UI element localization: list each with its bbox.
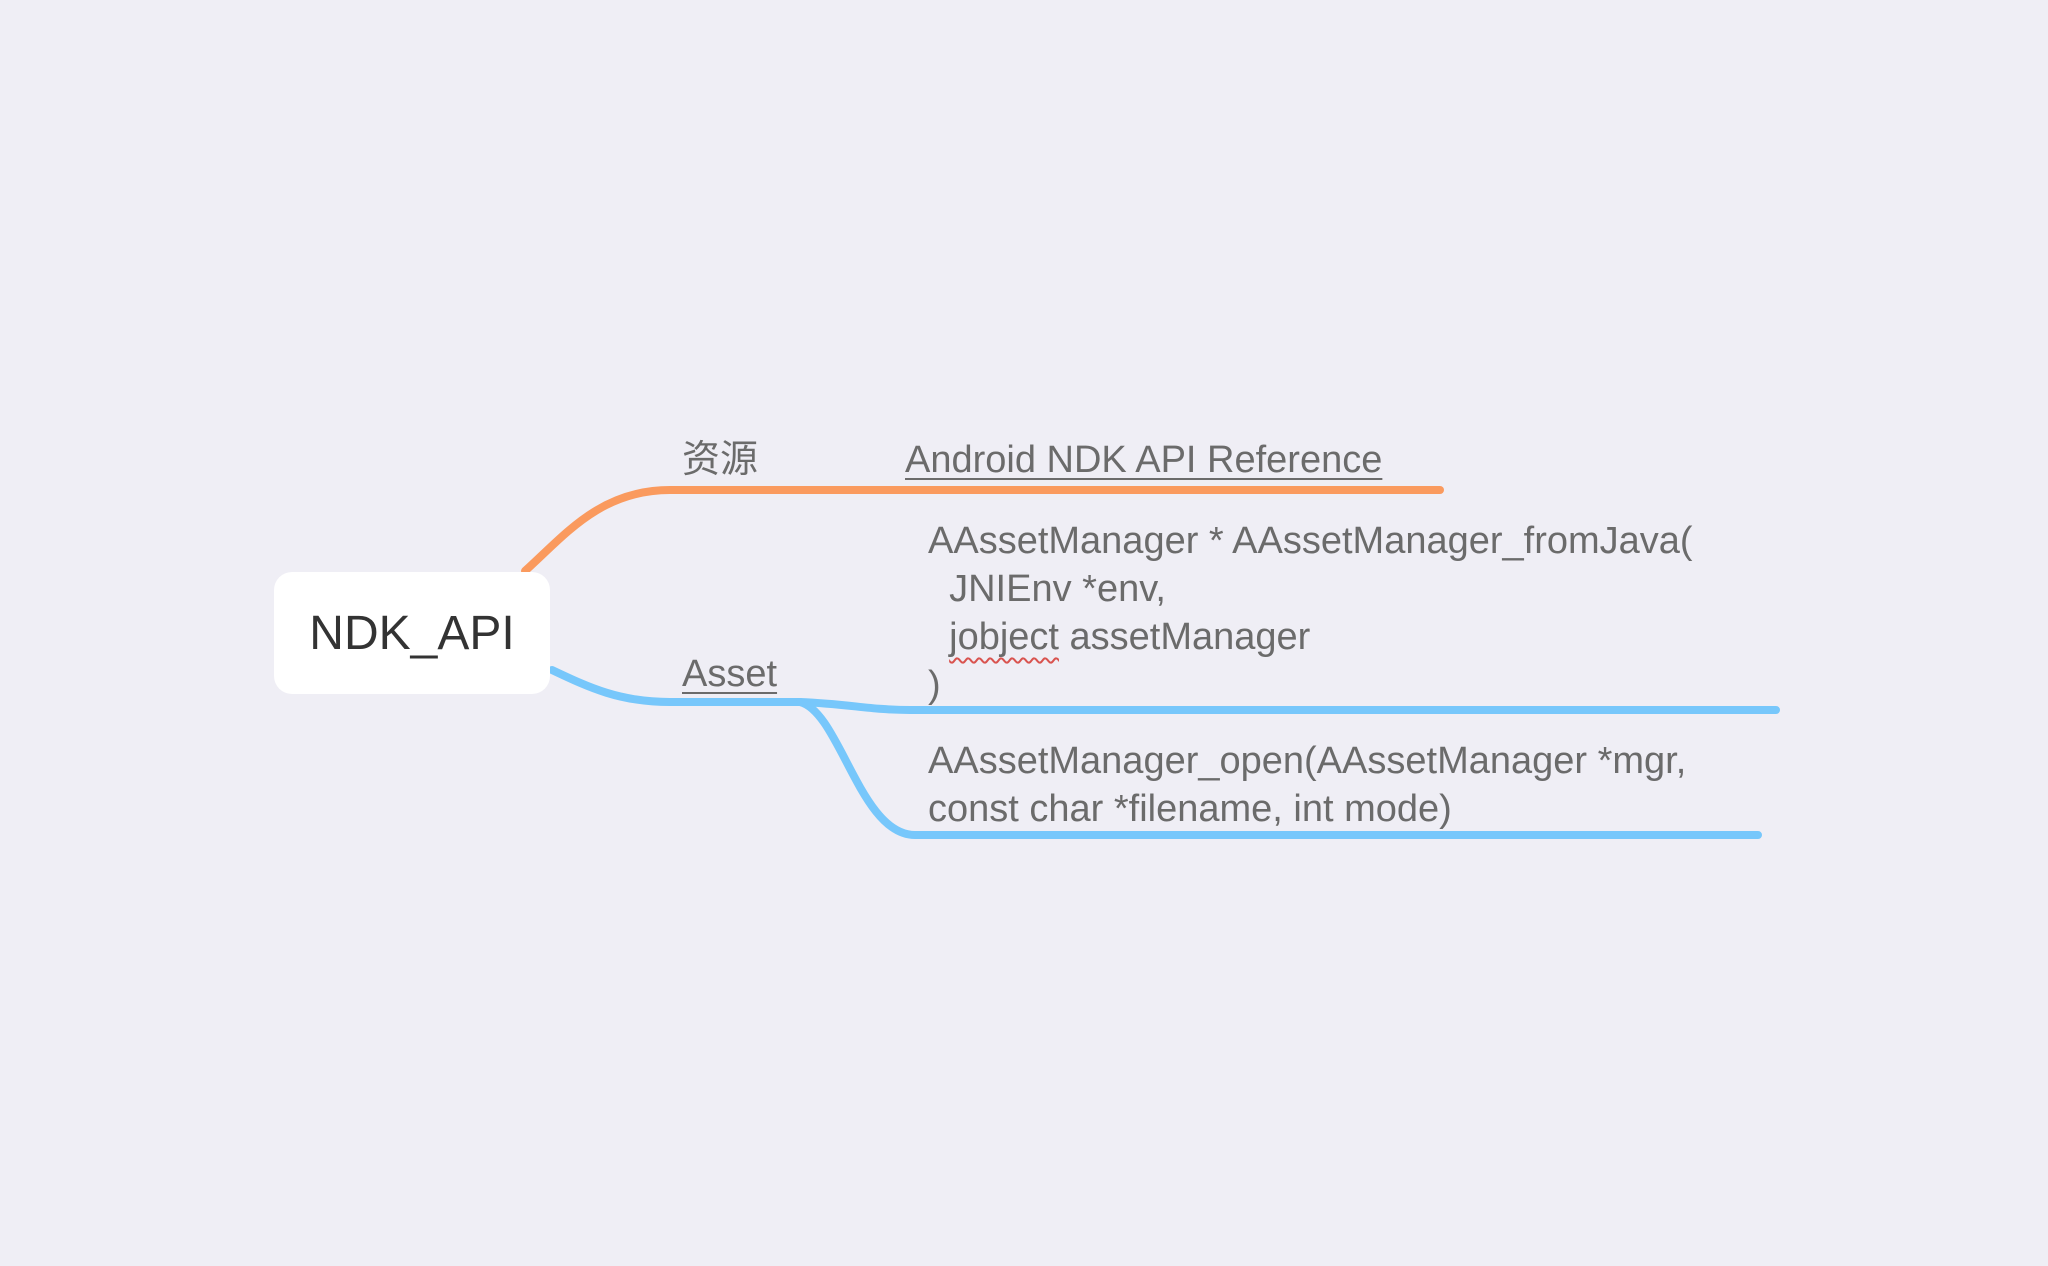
branch-resources-label[interactable]: 资源	[682, 436, 758, 484]
topic-open-line-2: const char *filename, int mode)	[928, 788, 1452, 830]
connector-root-to-resources	[521, 486, 779, 575]
root-node-label: NDK_API	[309, 606, 515, 660]
branch-asset-label[interactable]: Asset	[682, 650, 777, 698]
topic-fromjava-line-2: JNIEnv *env,	[928, 568, 1166, 610]
link-android-ndk-api-reference-text: Android NDK API Reference	[905, 439, 1383, 481]
topic-fromjava-line-1: AAssetManager * AAssetManager_fromJava(	[928, 520, 1693, 562]
topic-fromjava-line-4: )	[928, 664, 941, 706]
branch-asset-text: Asset	[682, 653, 778, 695]
root-node[interactable]: NDK_API	[274, 572, 550, 694]
spellcheck-word: jobject	[949, 616, 1059, 658]
topic-open[interactable]: AAssetManager_open(AAssetManager *mgr, c…	[928, 737, 1686, 833]
link-android-ndk-api-reference[interactable]: Android NDK API Reference	[905, 436, 1382, 484]
topic-fromjava-line-3: jobject assetManager	[949, 616, 1311, 658]
mindmap-canvas: NDK_API 资源 Android NDK API Reference Ass…	[0, 0, 2048, 1266]
topic-open-line-1: AAssetManager_open(AAssetManager *mgr,	[928, 740, 1687, 782]
topic-fromjava[interactable]: AAssetManager * AAssetManager_fromJava( …	[928, 517, 1693, 709]
branch-resources-text: 资源	[682, 439, 759, 481]
